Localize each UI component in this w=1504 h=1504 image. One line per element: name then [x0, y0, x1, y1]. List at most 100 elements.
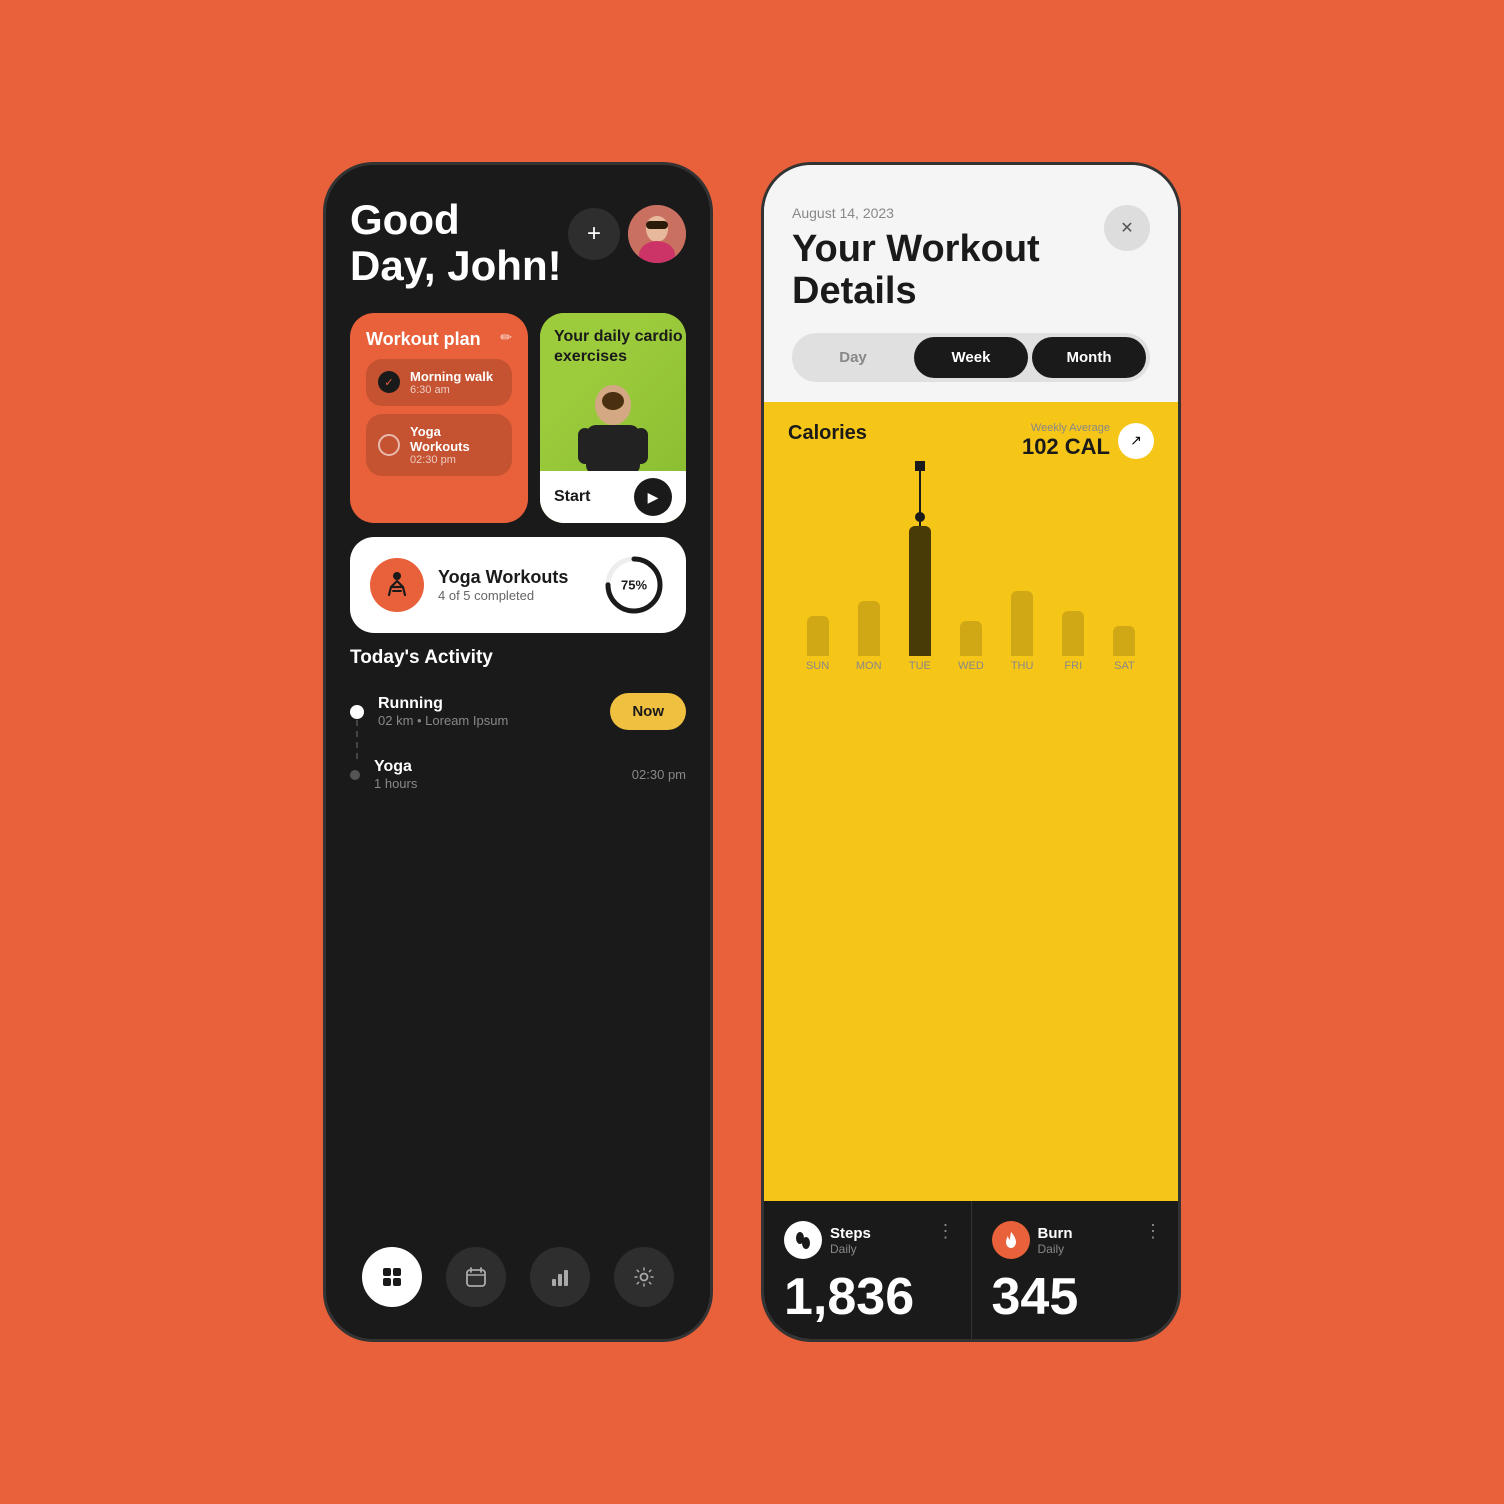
activity-detail-2: 1 hours: [374, 776, 618, 791]
bar-top-marker: [915, 461, 925, 471]
cardio-card[interactable]: Your daily cardio exercises: [540, 313, 686, 523]
top-section: August 14, 2023 Your WorkoutDetails ✕ Da…: [764, 165, 1178, 402]
tab-day[interactable]: Day: [796, 337, 910, 378]
progress-title: Yoga Workouts: [438, 567, 588, 588]
workout-heading: Your WorkoutDetails: [792, 229, 1150, 313]
bar-fri-rect: [1062, 611, 1084, 656]
day-tue: TUE: [894, 660, 945, 672]
cardio-title: Your daily cardio exercises: [554, 327, 686, 365]
calendar-icon: [465, 1266, 487, 1288]
burn-subtitle: Daily: [1038, 1242, 1073, 1256]
flame-icon: [1002, 1230, 1020, 1250]
bar-fri: [1048, 611, 1099, 656]
bar-dot: [915, 512, 925, 522]
stat-burn-card: Burn Daily ⋮ 345: [972, 1201, 1179, 1339]
day-fri: FRI: [1048, 660, 1099, 672]
phones-container: Good Day, John! +: [323, 162, 1181, 1342]
bar-tue-rect: [909, 526, 931, 656]
edit-icon[interactable]: ✏: [500, 329, 512, 346]
bar-thu-rect: [1011, 591, 1033, 656]
phone-left: Good Day, John! +: [323, 162, 713, 1342]
day-wed: WED: [945, 660, 996, 672]
bars-container: [788, 476, 1154, 656]
bar-chart: SUN MON TUE WED THU FRI SAT: [788, 476, 1154, 696]
header: Good Day, John! +: [350, 197, 686, 289]
arrow-icon: ↗: [1130, 432, 1142, 449]
phone-right: August 14, 2023 Your WorkoutDetails ✕ Da…: [761, 162, 1181, 1342]
play-button[interactable]: ▶: [634, 478, 672, 516]
activity-name-1: Running: [378, 695, 596, 713]
bar-mon-rect: [858, 601, 880, 656]
bar-sat-rect: [1113, 626, 1135, 656]
bar-wed-rect: [960, 621, 982, 656]
header-icons: +: [568, 205, 686, 263]
days-row: SUN MON TUE WED THU FRI SAT: [788, 660, 1154, 672]
ring-label: 75%: [621, 578, 647, 593]
day-mon: MON: [843, 660, 894, 672]
yoga-icon: [381, 569, 413, 601]
footprint-icon: [793, 1230, 813, 1250]
workout-item-2[interactable]: Yoga Workouts 02:30 pm: [366, 414, 512, 476]
avg-label: Weekly Average: [1022, 422, 1110, 434]
activity-section-title: Today's Activity: [350, 647, 686, 669]
bottom-nav: [350, 1231, 686, 1315]
now-button[interactable]: Now: [610, 693, 686, 730]
yoga-icon-wrap: [370, 558, 424, 612]
steps-value: 1,836: [784, 1271, 951, 1323]
progress-card: Yoga Workouts 4 of 5 completed 75%: [350, 537, 686, 633]
expand-button[interactable]: ↗: [1118, 423, 1154, 459]
progress-subtitle: 4 of 5 completed: [438, 588, 588, 603]
start-button-area[interactable]: Start ▶: [540, 471, 686, 523]
stat-steps-card: Steps Daily ⋮ 1,836: [764, 1201, 972, 1339]
activity-name-2: Yoga: [374, 758, 618, 776]
burn-more-button[interactable]: ⋮: [1144, 1221, 1162, 1242]
day-sun: SUN: [792, 660, 843, 672]
greeting-text: Good Day, John!: [350, 197, 562, 289]
plus-icon: +: [587, 220, 601, 248]
bar-tue: [894, 461, 945, 656]
calories-section: Calories Weekly Average 102 CAL ↗: [764, 402, 1178, 1201]
add-button[interactable]: +: [568, 208, 620, 260]
bar-sat: [1099, 626, 1150, 656]
start-label: Start: [554, 488, 590, 506]
bar-thu: [997, 591, 1048, 656]
activity-list: Running 02 km • Loream Ipsum Now Yoga 1 …: [350, 685, 686, 1223]
nav-home[interactable]: [362, 1247, 422, 1307]
close-button[interactable]: ✕: [1104, 205, 1150, 251]
close-icon: ✕: [1120, 218, 1133, 238]
tab-week[interactable]: Week: [914, 337, 1028, 378]
activity-dot-2: [350, 770, 360, 780]
day-thu: THU: [997, 660, 1048, 672]
workout-plan-title: Workout plan: [366, 329, 512, 351]
nav-settings[interactable]: [614, 1247, 674, 1307]
workout-item-1[interactable]: ✓ Morning walk 6:30 am: [366, 359, 512, 406]
activity-time-2: 02:30 pm: [632, 767, 686, 782]
cards-row: Workout plan ✏ ✓ Morning walk 6:30 am Yo…: [350, 313, 686, 523]
burn-value: 345: [992, 1271, 1159, 1323]
day-sat: SAT: [1099, 660, 1150, 672]
calories-header: Calories Weekly Average 102 CAL ↗: [788, 422, 1154, 460]
workout-plan-card[interactable]: Workout plan ✏ ✓ Morning walk 6:30 am Yo…: [350, 313, 528, 523]
nav-calendar[interactable]: [446, 1247, 506, 1307]
avatar: [628, 205, 686, 263]
burn-icon: [992, 1221, 1030, 1259]
activity-item-2: Yoga 1 hours 02:30 pm: [350, 750, 686, 799]
bar-mon: [843, 601, 894, 656]
settings-icon: [633, 1266, 655, 1288]
steps-subtitle: Daily: [830, 1242, 871, 1256]
workout-date: August 14, 2023: [792, 205, 1150, 221]
workout-time-1: 6:30 am: [410, 384, 493, 396]
workout-time-2: 02:30 pm: [410, 454, 500, 466]
circle-empty-icon: [378, 434, 400, 456]
nav-chart[interactable]: [530, 1247, 590, 1307]
tab-month[interactable]: Month: [1032, 337, 1146, 378]
steps-icon: [784, 1221, 822, 1259]
bar-sun-rect: [807, 616, 829, 656]
chart-icon: [549, 1266, 571, 1288]
activity-item-1: Running 02 km • Loream Ipsum Now: [350, 685, 686, 738]
avatar-image: [628, 205, 686, 263]
grid-icon: [381, 1266, 403, 1288]
steps-more-button[interactable]: ⋮: [937, 1221, 955, 1242]
workout-name-2: Yoga Workouts: [410, 424, 500, 454]
burn-title: Burn: [1038, 1225, 1073, 1242]
